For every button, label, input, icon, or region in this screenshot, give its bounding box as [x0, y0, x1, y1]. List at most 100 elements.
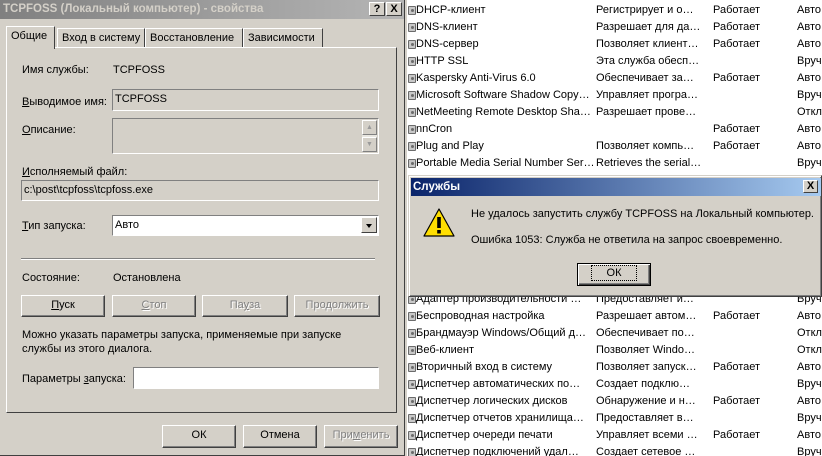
hint-line-1: Можно указать параметры запуска, применя… [22, 329, 342, 341]
service-gear-icon [408, 6, 416, 15]
service-gear-icon [408, 125, 416, 134]
close-button[interactable]: X [386, 2, 402, 16]
display-name-field[interactable]: TCPFOSS [112, 89, 379, 111]
service-desc-cell: Управляет програ… [596, 89, 698, 101]
service-state-cell: Работает [713, 123, 761, 135]
service-name-cell: Беспроводная настройка [416, 310, 545, 322]
service-row[interactable]: Portable Media Serial Number Ser… Retriev… [407, 155, 822, 172]
service-gear-icon [408, 380, 416, 389]
service-name-cell: NetMeeting Remote Desktop Sha… [416, 106, 591, 118]
properties-titlebar[interactable]: TCPFOSS (Локальный компьютер) - свойства [0, 0, 404, 19]
service-row[interactable]: Брандмауэр Windows/Общий д… Обеспечивает … [407, 325, 822, 342]
service-name-cell: Вторичный вход в систему [416, 361, 553, 373]
service-start-cell: Вруч [797, 157, 822, 169]
service-row[interactable]: Диспетчер логических дисков Обнаружение и… [407, 393, 822, 410]
service-desc-cell: Создает подклю… [596, 378, 690, 390]
description-field[interactable] [112, 118, 379, 154]
service-name-label: Имя службы: [22, 64, 89, 76]
service-desc-cell: Обнаружение и н… [596, 395, 696, 407]
service-gear-icon [408, 142, 416, 151]
error-ok-label: ОК [590, 265, 638, 281]
service-name-cell: DNS-сервер [416, 38, 479, 50]
service-desc-cell: Регистрирует и о… [596, 4, 694, 16]
service-row[interactable]: DNS-клиент Разрешает для да… Работает Авто [407, 19, 822, 36]
error-ok-button[interactable]: ОК [577, 263, 651, 286]
service-start-cell: Вруч [797, 412, 822, 424]
service-desc-cell: Позволяет клиент… [596, 38, 699, 50]
description-label: Описание: [22, 124, 76, 136]
startup-type-label: Тип запуска: [22, 220, 86, 232]
service-start-cell: Авто [797, 38, 821, 50]
service-start-cell: Откл [797, 327, 822, 339]
service-gear-icon [408, 363, 416, 372]
service-row[interactable]: Вторичный вход в систему Позволяет запуск… [407, 359, 822, 376]
service-row[interactable]: HTTP SSL Эта служба обесп… Вруч [407, 53, 822, 70]
service-row[interactable]: Kaspersky Anti-Virus 6.0 Обеспечивает за…… [407, 70, 822, 87]
service-start-cell: Авто [797, 140, 821, 152]
chevron-down-icon[interactable] [361, 217, 377, 233]
apply-button[interactable]: Применить [324, 425, 398, 448]
cancel-button[interactable]: Отмена [243, 425, 317, 448]
service-desc-cell: Позволяет Windo… [596, 344, 695, 356]
error-titlebar[interactable]: Службы [411, 178, 821, 196]
tab-recovery[interactable]: Восстановление [145, 28, 243, 48]
scroll-down-icon[interactable]: ▼ [362, 137, 377, 152]
close-button[interactable]: X [803, 180, 818, 193]
service-desc-cell: Эта служба обесп… [596, 55, 700, 67]
tab-general[interactable]: Общие [6, 26, 55, 49]
service-gear-icon [408, 448, 416, 456]
tab-logon[interactable]: Вход в систему [57, 28, 145, 48]
service-row[interactable]: DNS-сервер Позволяет клиент… Работает Авто [407, 36, 822, 53]
service-row[interactable]: Диспетчер отчетов хранилища… Предоставляе… [407, 410, 822, 427]
scroll-up-icon[interactable]: ▲ [362, 120, 377, 135]
startup-type-value: Авто [115, 219, 139, 231]
service-row[interactable]: Диспетчер автоматических по… Создает подк… [407, 376, 822, 393]
service-desc-cell: Разрешает автом… [596, 310, 697, 322]
service-gear-icon [408, 397, 416, 406]
properties-window: TCPFOSS (Локальный компьютер) - свойства… [0, 0, 405, 456]
tab-dependencies[interactable]: Зависимости [243, 28, 323, 48]
service-row[interactable]: Веб-клиент Позволяет Windo… Откл [407, 342, 822, 359]
service-row[interactable]: Plug and Play Позволяет компь… Работает Авт… [407, 138, 822, 155]
resume-service-button[interactable]: Продолжить [294, 295, 380, 317]
service-gear-icon [408, 329, 416, 338]
pause-service-button[interactable]: Пауза [202, 295, 288, 317]
service-gear-icon [408, 431, 416, 440]
status-label: Состояние: [22, 272, 80, 284]
service-name-cell: Диспетчер логических дисков [416, 395, 568, 407]
service-row[interactable]: Диспетчер очереди печати Управляет всеми … [407, 427, 822, 444]
stop-service-button[interactable]: Стоп [112, 295, 196, 317]
service-row[interactable]: NetMeeting Remote Desktop Sha… Разрешает … [407, 104, 822, 121]
service-state-cell: Работает [713, 21, 761, 33]
service-state-cell: Работает [713, 140, 761, 152]
service-row[interactable]: Беспроводная настройка Разрешает автом… Ра… [407, 308, 822, 325]
error-title: Службы [413, 181, 461, 193]
service-row[interactable]: Microsoft Software Shadow Copy… Управляет… [407, 87, 822, 104]
error-detail: Ошибка 1053: Служба не ответила на запро… [471, 234, 783, 246]
start-service-button[interactable]: Пуск [21, 295, 105, 317]
service-state-cell: Работает [713, 429, 761, 441]
service-name-cell: nnCron [416, 123, 453, 135]
service-gear-icon [408, 414, 416, 423]
service-desc-cell: Управляет всеми … [596, 429, 698, 441]
help-button[interactable]: ? [369, 2, 385, 16]
service-name-value: TCPFOSS [113, 64, 165, 76]
description-scrollbar[interactable]: ▲ ▼ [362, 120, 377, 152]
service-gear-icon [408, 346, 416, 355]
exe-path-field[interactable]: c:\post\tcpfoss\tcpfoss.exe [21, 180, 379, 201]
service-start-cell: Откл [797, 344, 822, 356]
startup-type-combo[interactable]: Авто [112, 215, 379, 236]
service-desc-cell: Retrieves the serial… [596, 157, 702, 169]
service-row[interactable]: DHCP-клиент Регистрирует и о… Работает Авто [407, 2, 822, 19]
service-name-cell: Диспетчер автоматических по… [416, 378, 581, 390]
service-start-cell: Вруч [797, 89, 822, 101]
service-row[interactable]: nnCron Работает Авто [407, 121, 822, 138]
service-name-cell: Portable Media Serial Number Ser… [416, 157, 595, 169]
start-params-input[interactable] [133, 367, 379, 389]
ok-button[interactable]: ОК [162, 425, 236, 448]
service-start-cell: Откл [797, 106, 822, 118]
service-row[interactable]: Диспетчер подключений удал… Создает сетев… [407, 444, 822, 456]
service-gear-icon [408, 40, 416, 49]
service-name-cell: Веб-клиент [416, 344, 475, 356]
service-start-cell: Авто [797, 21, 821, 33]
